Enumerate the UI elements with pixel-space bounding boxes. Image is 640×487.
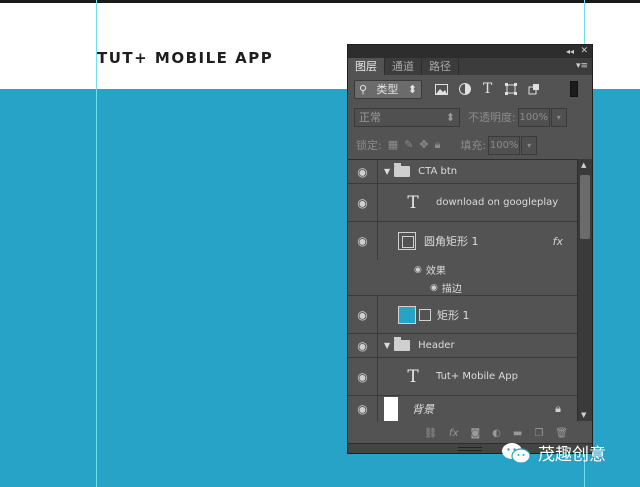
stroke-effect-row[interactable]: ◉ 描边: [430, 280, 462, 296]
new-layer-icon[interactable]: ❐: [534, 428, 543, 439]
fill-label: 填充:: [460, 139, 487, 152]
lock-all-icon[interactable]: 🔒︎: [435, 138, 441, 152]
panel-tabs: 图层 通道 路径 ▾≡: [348, 58, 592, 75]
expand-triangle-icon[interactable]: ▼: [384, 341, 390, 350]
effects-label: 效果: [425, 266, 446, 277]
layer-row-header-group[interactable]: ◉ ▼ Header: [348, 334, 577, 358]
layer-name: 背景: [412, 403, 434, 416]
stroke-effect-label: 描边: [441, 284, 462, 295]
layers-panel: ◂◂ ✕ 图层 通道 路径 ▾≡ ⚲ 类型 ⬍ T 正常 ⬍ 不透明度: 100…: [347, 44, 593, 454]
lock-icon: 🔒︎: [555, 402, 561, 415]
filter-row: ⚲ 类型 ⬍ T: [348, 75, 592, 103]
layer-row-download-text[interactable]: ◉ T download on googleplay: [348, 184, 577, 222]
eye-icon[interactable]: ◉: [348, 160, 378, 183]
layer-name: download on googleplay: [436, 197, 559, 208]
layer-row-tut-text[interactable]: ◉ T Tut+ Mobile App: [348, 358, 577, 396]
eye-icon[interactable]: ◉: [348, 358, 378, 395]
layers-scrollbar[interactable]: ▲ ▼: [577, 159, 592, 421]
fx-icon[interactable]: fx: [449, 428, 458, 439]
effects-row[interactable]: ◉ 效果: [414, 262, 446, 278]
folder-icon: [394, 163, 411, 177]
collapse-panel-icon[interactable]: ◂◂: [566, 45, 574, 58]
lock-row: 锁定: ▦ ✎ ✥ 🔒︎ 填充: 100% ▾: [348, 131, 592, 159]
panel-titlebar: ◂◂ ✕: [348, 45, 592, 58]
layer-name: Tut+ Mobile App: [436, 371, 518, 382]
adjustment-icon[interactable]: ◐: [492, 428, 501, 439]
scroll-down-icon[interactable]: ▼: [581, 411, 586, 419]
lock-position-icon[interactable]: ✥: [419, 138, 428, 152]
trash-icon[interactable]: 🗑︎: [555, 428, 568, 439]
scrollbar-thumb[interactable]: [580, 175, 590, 239]
eye-icon[interactable]: ◉: [430, 283, 438, 293]
filter-toggle-switch[interactable]: [570, 81, 578, 97]
watermark-text: 茂趣创意: [538, 445, 606, 465]
lock-label: 锁定:: [356, 139, 382, 152]
tab-layers[interactable]: 图层: [348, 58, 385, 75]
adjustment-filter-icon[interactable]: [457, 82, 472, 97]
tab-channels[interactable]: 通道: [385, 58, 422, 75]
blend-row: 正常 ⬍ 不透明度: 100% ▾: [348, 103, 592, 131]
tab-paths[interactable]: 路径: [422, 58, 459, 75]
eye-icon[interactable]: ◉: [348, 396, 378, 422]
search-icon: ⚲: [359, 82, 368, 96]
lock-transparent-icon[interactable]: ▦: [388, 138, 398, 152]
type-filter-icon[interactable]: T: [480, 81, 495, 97]
layer-row-rect[interactable]: ◉ 矩形 1: [348, 296, 577, 334]
lock-pixels-icon[interactable]: ✎: [404, 138, 413, 152]
vector-mask-icon: [419, 308, 431, 321]
new-group-icon[interactable]: ▬: [513, 428, 522, 439]
color-fill-thumbnail: [398, 305, 416, 324]
layer-name: 矩形 1: [437, 308, 470, 322]
opacity-slider-button[interactable]: ▾: [550, 107, 567, 127]
opacity-label: 不透明度:: [468, 111, 516, 124]
filter-kind-dropdown[interactable]: ⚲ 类型 ⬍: [354, 79, 422, 99]
layer-row-cta-group[interactable]: ◉ ▼ CTA btn: [348, 160, 577, 184]
fx-icon[interactable]: fx: [553, 235, 563, 248]
eye-icon[interactable]: ◉: [414, 265, 422, 275]
text-layer-icon: T: [407, 366, 419, 387]
expand-triangle-icon[interactable]: ▼: [384, 167, 390, 176]
image-filter-icon[interactable]: [434, 82, 449, 97]
layer-name: CTA btn: [418, 166, 458, 177]
chevron-updown-icon: ⬍: [407, 82, 417, 96]
background-thumbnail: [384, 397, 398, 421]
fill-slider-button[interactable]: ▾: [521, 135, 538, 155]
guide-line-left[interactable]: [96, 0, 97, 487]
canvas-title-text: TUT+ MOBILE APP: [97, 49, 274, 67]
eye-icon[interactable]: ◉: [348, 334, 378, 357]
link-icon[interactable]: ⛓: [424, 428, 437, 439]
filter-kind-label: 类型: [376, 83, 399, 96]
layer-name: 圆角矩形 1: [424, 235, 479, 248]
close-icon[interactable]: ✕: [580, 45, 588, 58]
panel-menu-icon[interactable]: ▾≡: [576, 58, 588, 75]
scroll-up-icon[interactable]: ▲: [581, 161, 586, 169]
folder-icon: [394, 337, 411, 351]
opacity-input[interactable]: 100%: [517, 107, 550, 127]
wechat-logo-icon: [502, 442, 531, 464]
smart-object-filter-icon[interactable]: [526, 82, 541, 97]
fill-input[interactable]: 100%: [488, 135, 521, 155]
blend-mode-value: 正常: [359, 111, 381, 124]
blend-mode-dropdown[interactable]: 正常 ⬍: [354, 107, 460, 127]
watermark: 茂趣创意: [500, 440, 606, 465]
shape-filter-icon[interactable]: [503, 82, 518, 97]
mask-icon[interactable]: ◙: [470, 428, 480, 439]
chevron-updown-icon: ⬍: [445, 110, 455, 124]
layer-row-rounded-rect[interactable]: ◉ 圆角矩形 1 fx ◉ 效果 ◉ 描边: [348, 222, 577, 296]
eye-icon[interactable]: ◉: [348, 296, 378, 333]
eye-icon[interactable]: ◉: [348, 184, 378, 221]
text-layer-icon: T: [407, 192, 419, 213]
eye-icon[interactable]: ◉: [348, 222, 378, 260]
shape-layer-icon: [398, 232, 416, 250]
layers-list: ◉ ▼ CTA btn ◉ T download on googleplay ◉…: [348, 159, 577, 422]
layer-name: Header: [418, 340, 455, 351]
layer-row-background[interactable]: ◉ 背景 🔒︎: [348, 396, 577, 422]
